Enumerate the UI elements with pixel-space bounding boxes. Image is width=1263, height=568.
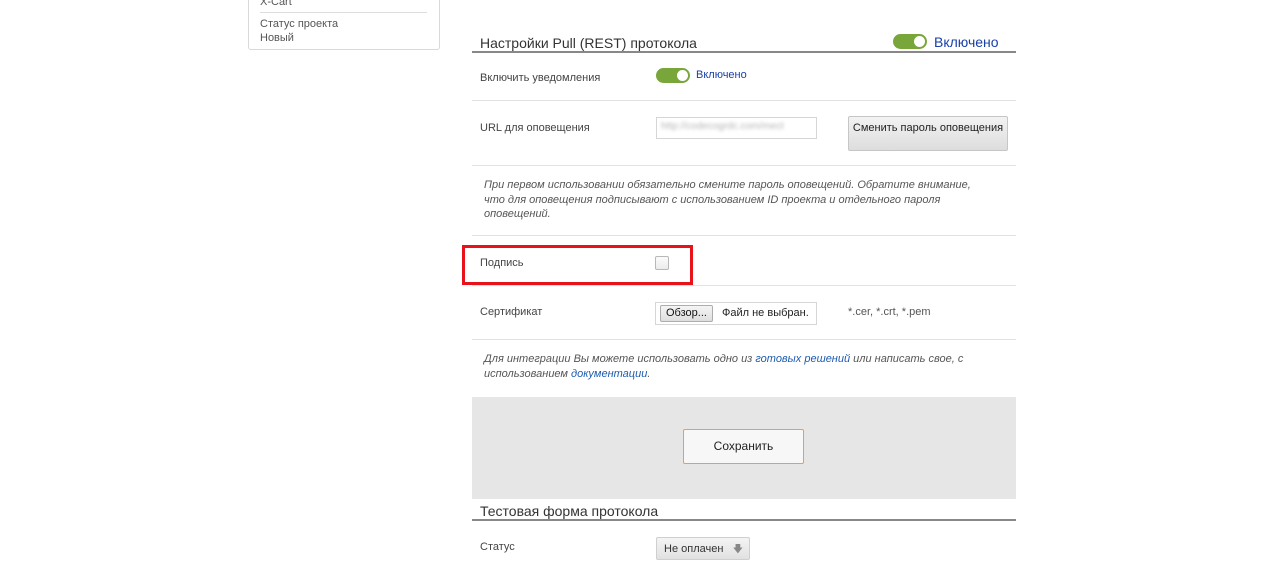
arrow-down-icon: 🡇: [732, 544, 743, 555]
ready-solutions-link[interactable]: готовых решений: [755, 353, 850, 365]
certificate-extensions: *.cer, *.crt, *.pem: [848, 306, 931, 318]
cms-name: X-Cart: [260, 0, 292, 8]
certificate-row: Сертификат Обзор... Файл не выбран. *.ce…: [472, 286, 1016, 340]
browse-button[interactable]: Обзор...: [660, 305, 713, 322]
toggle-knob: [914, 36, 925, 47]
save-button[interactable]: Сохранить: [683, 429, 804, 464]
notification-url-input[interactable]: http://codecogrdc.com/mect: [656, 117, 817, 139]
notification-url-row: URL для оповещения http://codecogrdc.com…: [472, 101, 1016, 166]
integration-text-after: .: [647, 367, 651, 380]
documentation-link[interactable]: документации: [571, 368, 647, 380]
notifications-label: Включить уведомления: [480, 72, 601, 84]
integration-text-before: Для интеграции Вы можете использовать од…: [484, 353, 756, 365]
save-area: Сохранить: [472, 397, 1016, 499]
notification-url-label: URL для оповещения: [480, 122, 590, 134]
pull-settings-header: Настройки Pull (REST) протокола Включено: [472, 33, 1016, 53]
certificate-label: Сертификат: [480, 306, 543, 318]
notifications-toggle[interactable]: [656, 68, 690, 83]
pull-enabled-toggle[interactable]: [893, 34, 927, 49]
notification-url-value: http://codecogrdc.com/mect: [661, 121, 784, 132]
notifications-row: Включить уведомления Включено: [472, 55, 1016, 101]
pull-settings-title: Настройки Pull (REST) протокола: [480, 35, 697, 51]
status-select[interactable]: Не оплачен 🡇: [656, 537, 750, 560]
pull-enabled-label[interactable]: Включено: [934, 34, 999, 50]
integration-text: Для интеграции Вы можете использовать од…: [484, 352, 994, 381]
toggle-knob: [677, 70, 688, 81]
status-select-value: Не оплачен: [664, 543, 724, 555]
highlight-box: [462, 245, 693, 285]
signature-row: Подпись: [462, 236, 1016, 286]
divider: [260, 12, 427, 13]
test-form-title: Тестовая форма протокола: [480, 503, 659, 519]
status-row: Статус Не оплачен 🡇: [472, 522, 1016, 568]
project-status-label: Статус проекта: [260, 18, 339, 30]
status-label: Статус: [480, 541, 515, 553]
file-name-text: Файл не выбран.: [722, 307, 809, 319]
change-password-button[interactable]: Сменить пароль оповещения: [848, 116, 1008, 151]
integration-row: Для интеграции Вы можете использовать од…: [472, 340, 1016, 396]
main-content: Настройки Pull (REST) протокола Включено…: [462, 0, 1016, 568]
project-status-value: Новый: [260, 32, 294, 44]
password-note: При первом использовании обязательно сме…: [484, 179, 971, 220]
test-form-header: Тестовая форма протокола: [472, 501, 1016, 521]
password-note-row: При первом использовании обязательно сме…: [472, 166, 1016, 236]
notifications-state-label[interactable]: Включено: [696, 69, 747, 81]
certificate-file-input[interactable]: Обзор... Файл не выбран.: [655, 302, 817, 325]
project-info-panel: X-Cart Статус проекта Новый: [248, 0, 440, 50]
